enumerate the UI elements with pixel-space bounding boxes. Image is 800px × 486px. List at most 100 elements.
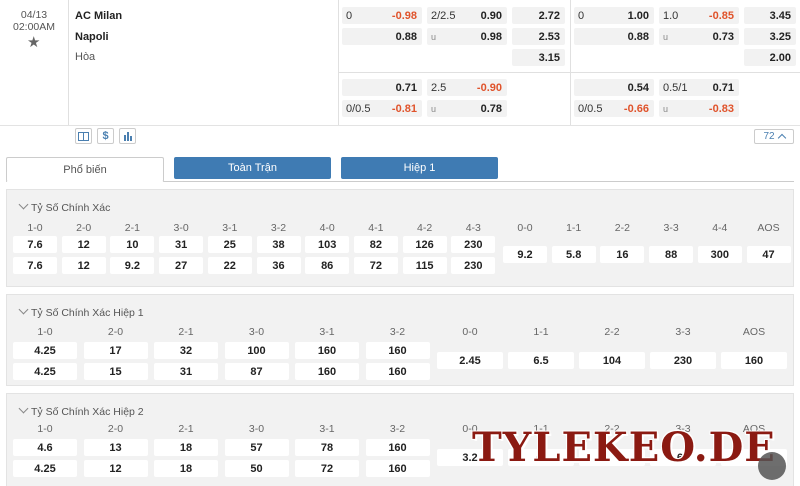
score-odds-cell[interactable]: 230 <box>650 352 716 369</box>
h1-1x2-draw[interactable]: 2.00 <box>744 49 796 66</box>
ft-1x2-away[interactable]: 2.53 <box>512 28 565 45</box>
ft-hdp2-home[interactable]: 0.71 <box>342 79 422 96</box>
score-odds-cell[interactable]: 7.6 <box>13 236 57 253</box>
h1-ou2-under[interactable]: u -0.83 <box>659 100 739 117</box>
score-odds-cell[interactable]: 82 <box>353 236 398 253</box>
ft-hdp-home[interactable]: 0 -0.98 <box>342 7 422 24</box>
score-odds-cell[interactable]: 103 <box>305 236 350 253</box>
score-odds-cell[interactable]: 72 <box>295 460 359 477</box>
tab-full-match[interactable]: Toàn Trận <box>174 157 331 179</box>
score-odds-cell[interactable]: 32 <box>154 342 218 359</box>
score-odds-cell[interactable]: 36 <box>256 257 301 274</box>
more-markets-button[interactable]: 72 <box>754 129 794 144</box>
score-odds-cell[interactable]: 38 <box>256 236 301 253</box>
divider <box>338 72 800 73</box>
ft-hdp2-away[interactable]: 0/0.5 -0.81 <box>342 100 422 117</box>
score-odds-cell[interactable]: 115 <box>402 257 447 274</box>
stats-icon[interactable] <box>119 128 136 144</box>
score-odds-cell[interactable]: 160 <box>365 460 430 477</box>
score-odds-cell[interactable]: 47 <box>746 246 791 263</box>
scroll-top-icon[interactable] <box>758 452 786 480</box>
score-odds-cell[interactable]: 17 <box>83 342 148 359</box>
score-header: 1-1 <box>533 326 549 338</box>
score-odds-cell[interactable]: 300 <box>697 246 742 263</box>
score-odds-cell[interactable]: 12 <box>61 236 106 253</box>
score-odds-cell[interactable]: 230 <box>451 236 496 253</box>
score-odds-cell[interactable]: 9.2 <box>503 246 547 263</box>
score-odds-cell[interactable]: 72 <box>353 257 398 274</box>
h1-ou2-over[interactable]: 0.5/1 0.71 <box>659 79 739 96</box>
score-header: 2-2 <box>614 222 630 234</box>
score-odds-cell[interactable]: 22 <box>207 257 252 274</box>
score-odds-cell[interactable]: 2.45 <box>437 352 503 369</box>
score-header: 4-2 <box>417 222 433 234</box>
ft-ou2-over[interactable]: 2.5 -0.90 <box>427 79 507 96</box>
tab-first-half[interactable]: Hiệp 1 <box>341 157 498 179</box>
ft-hdp-away[interactable]: 0.88 <box>342 28 422 45</box>
ft-ou2-under[interactable]: u 0.78 <box>427 100 507 117</box>
score-odds-cell[interactable]: 31 <box>154 363 218 380</box>
score-odds-cell[interactable]: 15 <box>83 363 148 380</box>
ft-ou-over[interactable]: 2/2.5 0.90 <box>427 7 507 24</box>
score-odds-cell[interactable]: 18 <box>154 439 218 456</box>
score-odds-cell[interactable]: 6.5 <box>508 352 574 369</box>
score-odds-cell[interactable]: 16 <box>600 246 645 263</box>
dollar-icon[interactable]: $ <box>97 128 114 144</box>
score-odds-cell[interactable]: 126 <box>402 236 447 253</box>
h1-hdp2-home[interactable]: 0.54 <box>574 79 654 96</box>
h1-1x2-home[interactable]: 3.45 <box>744 7 796 24</box>
score-odds-cell[interactable]: 4.6 <box>13 439 77 456</box>
score-odds-cell[interactable]: 160 <box>295 342 359 359</box>
ft-ou-under[interactable]: u 0.98 <box>427 28 507 45</box>
chevron-down-icon[interactable] <box>18 304 29 315</box>
score-odds-cell[interactable]: 12 <box>83 460 148 477</box>
field-icon[interactable] <box>75 128 92 144</box>
score-odds-cell[interactable]: 25 <box>207 236 252 253</box>
score-odds-cell[interactable]: 4.25 <box>13 460 77 477</box>
score-odds-cell[interactable]: 31 <box>159 236 204 253</box>
tab-popular[interactable]: Phổ biến <box>6 157 164 182</box>
h1-1x2-away[interactable]: 3.25 <box>744 28 796 45</box>
match-info: 04/13 02:00AM ★ <box>0 0 68 125</box>
draw-label: Hòa <box>75 51 96 63</box>
score-odds-cell[interactable]: 160 <box>721 352 787 369</box>
score-odds-cell[interactable]: 88 <box>649 246 694 263</box>
score-odds-cell[interactable]: 4.25 <box>13 342 77 359</box>
ft-1x2-home[interactable]: 2.72 <box>512 7 565 24</box>
score-odds-cell[interactable]: 13 <box>83 439 148 456</box>
match-time: 02:00AM <box>12 21 56 33</box>
h1-hdp-away[interactable]: 0.88 <box>574 28 654 45</box>
score-header: 0-0 <box>462 326 478 338</box>
watermark-logo: TYLEKEO.DE <box>472 424 776 471</box>
score-odds-cell[interactable]: 104 <box>579 352 645 369</box>
score-odds-cell[interactable]: 100 <box>224 342 289 359</box>
score-header: 3-2 <box>389 423 406 435</box>
score-odds-cell[interactable]: 5.8 <box>551 246 596 263</box>
h1-ou-over[interactable]: 1.0 -0.85 <box>659 7 739 24</box>
score-odds-cell[interactable]: 4.25 <box>13 363 77 380</box>
score-odds-cell[interactable]: 160 <box>365 439 430 456</box>
score-odds-cell[interactable]: 50 <box>224 460 289 477</box>
score-odds-cell[interactable]: 27 <box>159 257 204 274</box>
h1-ou-under[interactable]: u 0.73 <box>659 28 739 45</box>
chevron-down-icon[interactable] <box>18 199 29 210</box>
favorite-star-icon[interactable]: ★ <box>27 33 40 51</box>
score-header: 2-1 <box>178 326 194 338</box>
score-odds-cell[interactable]: 57 <box>224 439 289 456</box>
score-odds-cell[interactable]: 230 <box>451 257 496 274</box>
score-odds-cell[interactable]: 160 <box>295 363 359 380</box>
score-odds-cell[interactable]: 87 <box>224 363 289 380</box>
score-odds-cell[interactable]: 9.2 <box>110 257 155 274</box>
h1-hdp2-away[interactable]: 0/0.5 -0.66 <box>574 100 654 117</box>
score-odds-cell[interactable]: 78 <box>295 439 359 456</box>
score-odds-cell[interactable]: 160 <box>365 363 430 380</box>
score-odds-cell[interactable]: 86 <box>305 257 350 274</box>
score-odds-cell[interactable]: 160 <box>365 342 430 359</box>
h1-hdp-home[interactable]: 0 1.00 <box>574 7 654 24</box>
ft-1x2-draw[interactable]: 3.15 <box>512 49 565 66</box>
score-odds-cell[interactable]: 18 <box>154 460 218 477</box>
score-odds-cell[interactable]: 7.6 <box>13 257 57 274</box>
chevron-down-icon[interactable] <box>18 403 29 414</box>
score-odds-cell[interactable]: 10 <box>110 236 155 253</box>
score-odds-cell[interactable]: 12 <box>61 257 106 274</box>
